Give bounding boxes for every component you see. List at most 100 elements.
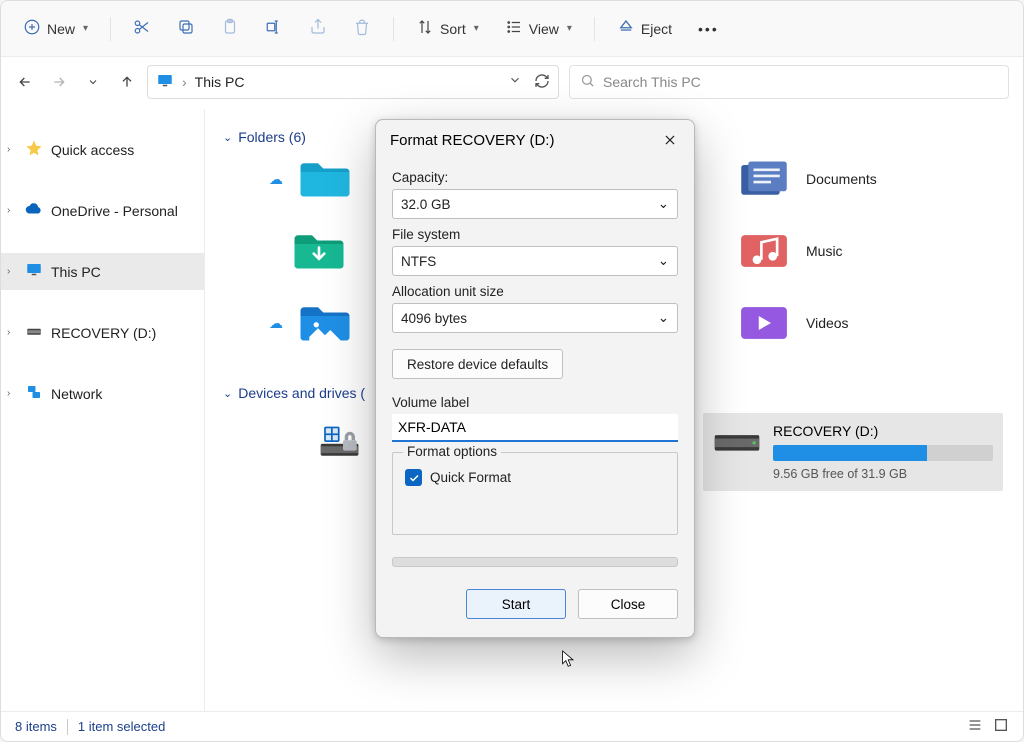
delete-button[interactable] — [345, 12, 379, 45]
new-button-label: New — [47, 21, 75, 37]
eject-button[interactable]: Eject — [609, 12, 680, 45]
more-button[interactable]: ••• — [690, 15, 727, 43]
sidebar-item-label: Quick access — [51, 142, 134, 158]
sidebar-item-label: Network — [51, 386, 102, 402]
sidebar-item-label: RECOVERY (D:) — [51, 325, 156, 341]
folder-label: Documents — [806, 171, 877, 187]
close-icon[interactable] — [660, 130, 680, 150]
chevron-right-icon: › — [7, 144, 17, 155]
view-button-label: View — [529, 21, 559, 37]
start-button-label: Start — [502, 597, 531, 612]
file-explorer-window: New ▾ — [0, 0, 1024, 742]
folder-label: Videos — [806, 315, 849, 331]
forward-button[interactable] — [49, 72, 69, 92]
format-dialog: Format RECOVERY (D:) Capacity: 32.0 GB ⌄… — [375, 119, 695, 638]
folder-item-music[interactable]: Music — [736, 229, 1003, 273]
chevron-down-icon: ▾ — [83, 23, 88, 34]
drive-name: RECOVERY (D:) — [773, 423, 993, 439]
format-progress-bar — [392, 557, 678, 567]
system-drive-icon — [319, 423, 367, 461]
drive-icon — [713, 423, 761, 461]
view-button[interactable]: View ▾ — [497, 12, 580, 45]
new-button[interactable]: New ▾ — [15, 12, 96, 45]
up-button[interactable] — [117, 72, 137, 92]
format-options-legend: Format options — [403, 444, 501, 459]
share-icon — [309, 18, 327, 39]
sidebar-item-network[interactable]: › Network — [1, 375, 204, 412]
paste-button[interactable] — [213, 12, 247, 45]
folder-label: Music — [806, 243, 843, 259]
folder-item-videos[interactable]: Videos — [736, 301, 1003, 345]
plus-circle-icon — [23, 18, 41, 39]
drive-icon — [25, 322, 43, 343]
breadcrumb-separator: › — [182, 74, 187, 90]
breadcrumb-location[interactable]: This PC — [195, 74, 245, 90]
back-button[interactable] — [15, 72, 35, 92]
allocation-select[interactable]: 4096 bytes ⌄ — [392, 303, 678, 333]
recent-locations-button[interactable] — [83, 72, 103, 92]
filesystem-value: NTFS — [401, 254, 436, 269]
chevron-right-icon: › — [7, 327, 17, 338]
sort-icon — [416, 18, 434, 39]
drive-usage-bar — [773, 445, 993, 461]
cloud-sync-icon: ☁ — [269, 171, 283, 188]
drive-item-recovery[interactable]: RECOVERY (D:) 9.56 GB free of 31.9 GB — [703, 413, 1003, 491]
cut-button[interactable] — [125, 12, 159, 45]
restore-defaults-button[interactable]: Restore device defaults — [392, 349, 563, 379]
restore-defaults-label: Restore device defaults — [407, 357, 548, 372]
chevron-down-icon: ▾ — [567, 23, 572, 34]
filesystem-select[interactable]: NTFS ⌄ — [392, 246, 678, 276]
status-item-count: 8 items — [15, 719, 57, 734]
address-dropdown[interactable] — [508, 73, 522, 92]
filesystem-label: File system — [392, 227, 678, 242]
sort-button[interactable]: Sort ▾ — [408, 12, 487, 45]
group-header-label: Devices and drives ( — [238, 385, 365, 401]
close-button[interactable]: Close — [578, 589, 678, 619]
navigation-row: › This PC Search This PC — [1, 57, 1023, 109]
sidebar-item-label: OneDrive - Personal — [51, 203, 178, 219]
details-view-button[interactable] — [967, 717, 983, 736]
address-bar[interactable]: › This PC — [147, 65, 559, 99]
rename-icon — [265, 18, 283, 39]
eject-icon — [617, 18, 635, 39]
navigation-pane: › Quick access › OneDrive - Personal › T… — [1, 109, 205, 711]
allocation-label: Allocation unit size — [392, 284, 678, 299]
downloads-folder-icon — [291, 229, 347, 273]
close-button-label: Close — [611, 597, 646, 612]
status-bar: 8 items 1 item selected — [1, 711, 1023, 741]
large-icons-view-button[interactable] — [993, 717, 1009, 736]
copy-button[interactable] — [169, 12, 203, 45]
volume-label-caption: Volume label — [392, 395, 678, 410]
search-box[interactable]: Search This PC — [569, 65, 1009, 99]
network-icon — [25, 383, 43, 404]
monitor-icon — [156, 72, 174, 93]
sidebar-item-this-pc[interactable]: › This PC — [1, 253, 204, 290]
videos-folder-icon — [736, 301, 792, 345]
sidebar-item-quick-access[interactable]: › Quick access — [1, 131, 204, 168]
documents-folder-icon — [736, 157, 792, 201]
quick-format-checkbox[interactable]: Quick Format — [405, 469, 665, 486]
quick-format-label: Quick Format — [430, 470, 511, 485]
volume-label-input[interactable] — [392, 414, 678, 442]
drive-free-text: 9.56 GB free of 31.9 GB — [773, 467, 993, 481]
start-button[interactable]: Start — [466, 589, 566, 619]
share-button[interactable] — [301, 12, 335, 45]
sidebar-item-recovery-drive[interactable]: › RECOVERY (D:) — [1, 314, 204, 351]
chevron-down-icon: ⌄ — [658, 253, 669, 269]
chevron-down-icon: ⌄ — [223, 131, 232, 144]
rename-button[interactable] — [257, 12, 291, 45]
sidebar-item-onedrive[interactable]: › OneDrive - Personal — [1, 192, 204, 229]
command-bar: New ▾ — [1, 1, 1023, 57]
capacity-select[interactable]: 32.0 GB ⌄ — [392, 189, 678, 219]
checkbox-checked-icon — [405, 469, 422, 486]
folder-item-documents[interactable]: Documents — [736, 157, 1003, 201]
chevron-right-icon: › — [7, 205, 17, 216]
chevron-down-icon: ▾ — [474, 23, 479, 34]
format-options-group: Format options Quick Format — [392, 452, 678, 535]
trash-icon — [353, 18, 371, 39]
refresh-button[interactable] — [534, 73, 550, 92]
eject-button-label: Eject — [641, 21, 672, 37]
copy-icon — [177, 18, 195, 39]
view-icon — [505, 18, 523, 39]
capacity-value: 32.0 GB — [401, 197, 451, 212]
